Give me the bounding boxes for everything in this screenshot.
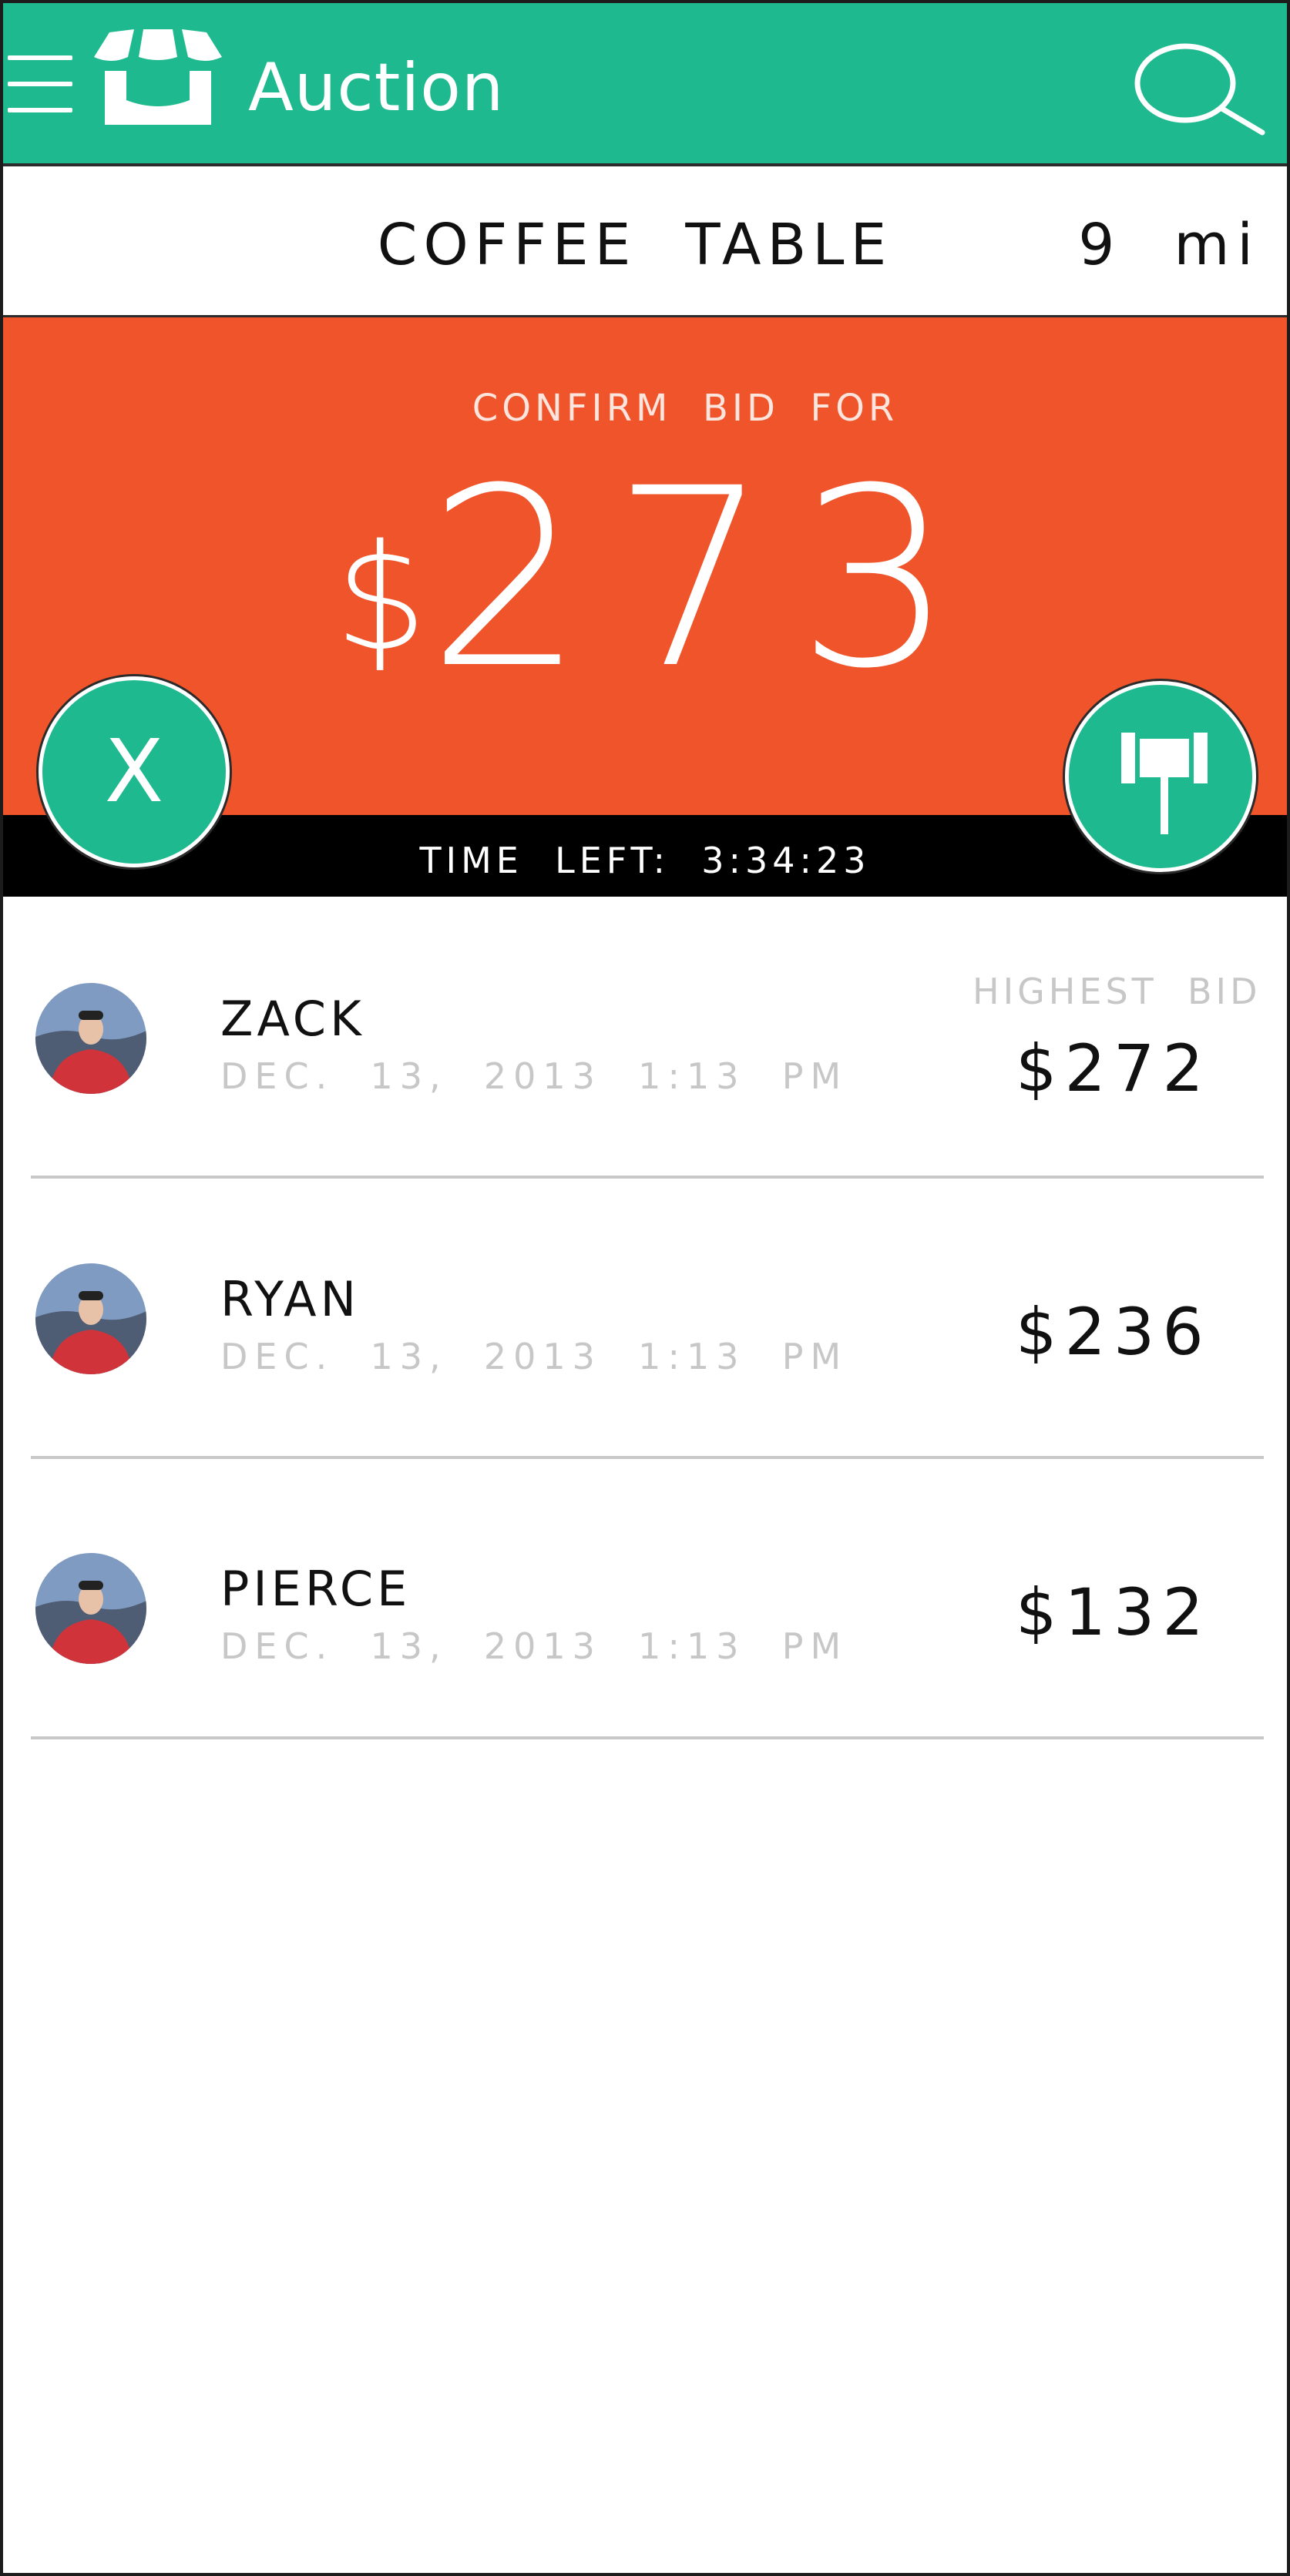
bidder-name: RYAN (220, 1271, 360, 1327)
avatar (35, 1553, 146, 1664)
cancel-button[interactable]: X (39, 676, 230, 867)
bidder-name: ZACK (220, 991, 365, 1047)
bid-date: DEC. 13, 2013 1:13 PM (220, 1336, 848, 1377)
avatar (35, 1263, 146, 1374)
app-title: Auction (248, 49, 505, 126)
bid-date: DEC. 13, 2013 1:13 PM (220, 1625, 848, 1667)
menu-icon[interactable] (8, 55, 72, 114)
bid-value: 273 (427, 436, 982, 723)
bidder-name: PIERCE (220, 1561, 412, 1617)
bid-date: DEC. 13, 2013 1:13 PM (220, 1055, 848, 1097)
confirm-bid-button[interactable] (1065, 681, 1256, 872)
bid-amount: $272 (1016, 1031, 1211, 1106)
item-name: COFFEE TABLE (377, 212, 893, 278)
gavel-icon (1121, 733, 1208, 834)
avatar (35, 983, 146, 1094)
bid-amount: $132 (1016, 1575, 1211, 1650)
cancel-label: X (104, 722, 164, 822)
search-icon[interactable] (1131, 37, 1267, 139)
bid-row[interactable]: PIERCE DEC. 13, 2013 1:13 PM $132 (31, 1459, 1264, 1739)
bid-row[interactable]: RYAN DEC. 13, 2013 1:13 PM $236 (31, 1179, 1264, 1459)
confirm-bid-label: CONFIRM BID FOR (472, 387, 899, 430)
bid-amount: $273 (334, 456, 982, 703)
highest-bid-label: HIGHEST BID (973, 971, 1261, 1012)
item-header: COFFEE TABLE 9 mi (3, 166, 1287, 317)
app-bar: Auction (3, 3, 1287, 166)
item-distance: 9 mi (1078, 212, 1261, 278)
bid-row[interactable]: ZACK DEC. 13, 2013 1:13 PM HIGHEST BID $… (31, 898, 1264, 1179)
store-icon (94, 29, 222, 125)
time-left-text: TIME LEFT: 3:34:23 (419, 840, 871, 881)
bid-currency: $ (334, 513, 428, 683)
bid-amount: $236 (1016, 1294, 1211, 1370)
